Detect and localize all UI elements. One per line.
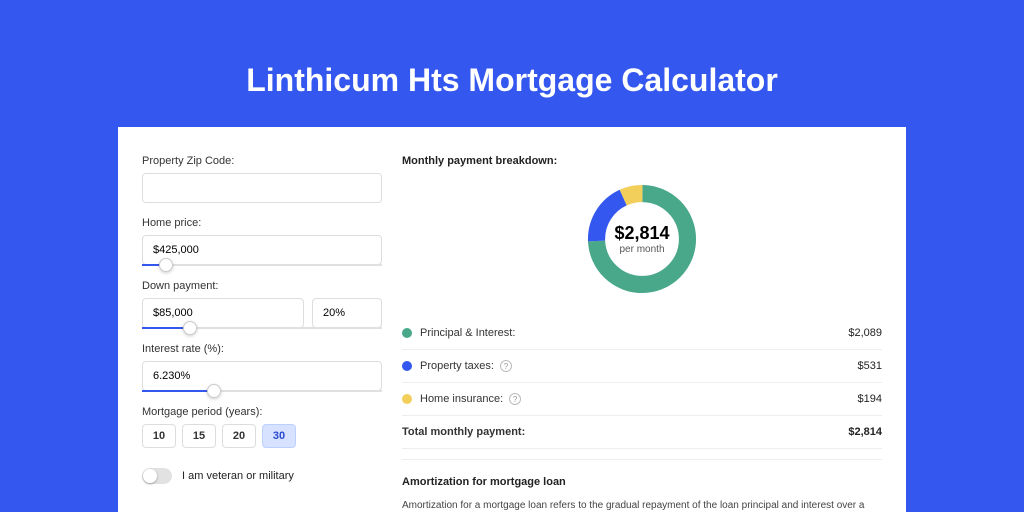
donut-chart: $2,814 per month: [402, 179, 882, 299]
line-principal-value: $2,089: [848, 327, 882, 339]
amortization-section: Amortization for mortgage loan Amortizat…: [402, 459, 882, 512]
down-payment-slider[interactable]: [142, 327, 382, 329]
line-taxes: Property taxes: ? $531: [402, 350, 882, 383]
dot-icon: [402, 394, 412, 404]
info-icon[interactable]: ?: [500, 360, 512, 372]
home-price-label: Home price:: [142, 217, 382, 229]
breakdown-heading: Monthly payment breakdown:: [402, 155, 882, 167]
veteran-label: I am veteran or military: [182, 470, 294, 482]
home-price-slider[interactable]: [142, 264, 382, 266]
inputs-panel: Property Zip Code: Home price: Down paym…: [142, 155, 382, 512]
interest-label: Interest rate (%):: [142, 343, 382, 355]
line-principal-label: Principal & Interest:: [420, 327, 515, 339]
donut-center-value: $2,814: [614, 223, 669, 244]
donut-center-sub: per month: [614, 244, 669, 255]
period-group: Mortgage period (years): 10 15 20 30: [142, 406, 382, 448]
down-payment-label: Down payment:: [142, 280, 382, 292]
veteran-toggle[interactable]: [142, 468, 172, 484]
line-total-value: $2,814: [848, 426, 882, 438]
line-total: Total monthly payment: $2,814: [402, 416, 882, 449]
line-insurance-label: Home insurance:: [420, 393, 503, 405]
interest-slider[interactable]: [142, 390, 382, 392]
calculator-card: Property Zip Code: Home price: Down paym…: [118, 127, 906, 512]
period-buttons: 10 15 20 30: [142, 424, 382, 448]
home-price-group: Home price:: [142, 217, 382, 266]
line-principal: Principal & Interest: $2,089: [402, 317, 882, 350]
home-price-input[interactable]: [142, 235, 382, 265]
down-payment-group: Down payment:: [142, 280, 382, 329]
donut-center: $2,814 per month: [614, 223, 669, 255]
veteran-row: I am veteran or military: [142, 468, 382, 484]
interest-group: Interest rate (%):: [142, 343, 382, 392]
breakdown-panel: Monthly payment breakdown: $2,814 per mo…: [402, 155, 882, 512]
info-icon[interactable]: ?: [509, 393, 521, 405]
slider-thumb-icon[interactable]: [183, 321, 197, 335]
period-btn-15[interactable]: 15: [182, 424, 216, 448]
zip-label: Property Zip Code:: [142, 155, 382, 167]
amortization-text: Amortization for a mortgage loan refers …: [402, 498, 882, 512]
zip-input[interactable]: [142, 173, 382, 203]
line-insurance: Home insurance: ? $194: [402, 383, 882, 416]
slider-thumb-icon[interactable]: [159, 258, 173, 272]
period-label: Mortgage period (years):: [142, 406, 382, 418]
interest-input[interactable]: [142, 361, 382, 391]
line-insurance-value: $194: [858, 393, 882, 405]
dot-icon: [402, 328, 412, 338]
dot-icon: [402, 361, 412, 371]
line-total-label: Total monthly payment:: [402, 426, 525, 438]
line-taxes-value: $531: [858, 360, 882, 372]
amortization-heading: Amortization for mortgage loan: [402, 476, 882, 488]
zip-group: Property Zip Code:: [142, 155, 382, 203]
period-btn-30[interactable]: 30: [262, 424, 296, 448]
down-payment-pct-input[interactable]: [312, 298, 382, 328]
period-btn-20[interactable]: 20: [222, 424, 256, 448]
slider-thumb-icon[interactable]: [207, 384, 221, 398]
period-btn-10[interactable]: 10: [142, 424, 176, 448]
down-payment-input[interactable]: [142, 298, 304, 328]
page-title: Linthicum Hts Mortgage Calculator: [0, 62, 1024, 99]
line-taxes-label: Property taxes:: [420, 360, 494, 372]
